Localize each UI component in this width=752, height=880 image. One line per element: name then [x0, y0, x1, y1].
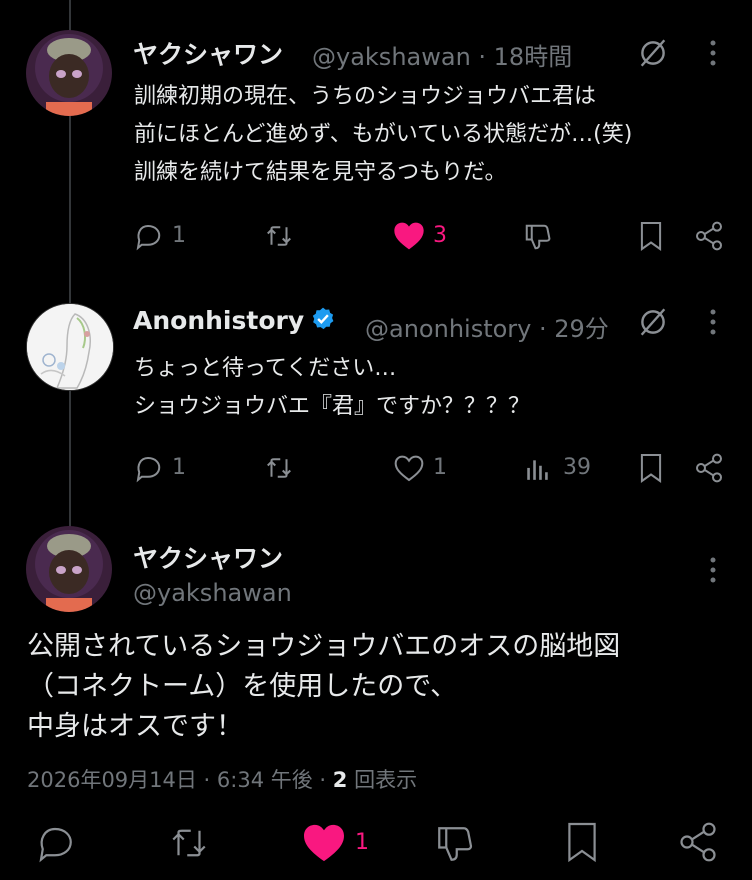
like-count: 1: [355, 830, 369, 855]
dislike-icon[interactable]: [523, 221, 553, 253]
tweet-text: 公開されているショウジョウバエのオスの脳地図 （コネクトーム）を使用したので、 …: [27, 631, 621, 742]
dislike-icon[interactable]: [434, 822, 476, 866]
handle-timestamp[interactable]: @yakshawan · 18時間: [312, 37, 572, 72]
share-icon[interactable]: [693, 220, 725, 252]
reply-icon[interactable]: [133, 221, 163, 251]
retweet-icon[interactable]: [263, 221, 295, 251]
like-count: 3: [433, 223, 447, 248]
timestamp[interactable]: 2026年09月14日 · 6:34 午後 ·: [27, 768, 333, 792]
more-options-icon[interactable]: [704, 555, 722, 585]
share-icon[interactable]: [676, 820, 720, 864]
bookmark-icon[interactable]: [638, 220, 664, 252]
bookmark-icon[interactable]: [564, 820, 600, 864]
views-count: 39: [563, 455, 591, 480]
avatar[interactable]: [26, 526, 112, 612]
more-options-icon[interactable]: [704, 307, 722, 337]
reply-icon[interactable]: [34, 822, 76, 864]
like-icon-filled[interactable]: [302, 823, 346, 863]
reply-count: 1: [172, 223, 186, 248]
verified-badge-icon: [312, 307, 334, 330]
retweet-icon[interactable]: [263, 453, 295, 483]
display-name[interactable]: Anonhistory: [133, 306, 336, 335]
reply-icon[interactable]: [133, 453, 163, 483]
views-icon[interactable]: [524, 456, 550, 482]
handle[interactable]: @yakshawan: [133, 579, 292, 607]
avatar[interactable]: [26, 303, 114, 391]
views-label: 回表示: [347, 768, 418, 792]
display-name[interactable]: ヤクシャワン: [133, 539, 283, 575]
like-icon[interactable]: [393, 453, 425, 483]
grok-icon[interactable]: [636, 36, 670, 70]
reply-count: 1: [172, 455, 186, 480]
grok-icon[interactable]: [636, 305, 670, 339]
tweet-text: 訓練初期の現在、うちのショウジョウバエ君は 前にほとんど進めず、もがいている状態…: [134, 84, 633, 185]
tweet-meta: 2026年09月14日 · 6:34 午後 · 2 回表示: [27, 764, 417, 794]
more-options-icon[interactable]: [704, 38, 722, 68]
tweet-text: ちょっと待ってください… ショウジョウバエ『君』ですか？？？？: [134, 356, 531, 419]
handle-timestamp[interactable]: @anonhistory · 29分: [365, 309, 609, 344]
display-name[interactable]: ヤクシャワン: [133, 35, 283, 71]
avatar[interactable]: [26, 30, 112, 116]
share-icon[interactable]: [693, 452, 725, 484]
bookmark-icon[interactable]: [638, 452, 664, 484]
like-count: 1: [433, 455, 447, 480]
retweet-icon[interactable]: [166, 822, 212, 864]
like-icon-filled[interactable]: [393, 221, 425, 251]
views-number: 2: [332, 768, 348, 792]
